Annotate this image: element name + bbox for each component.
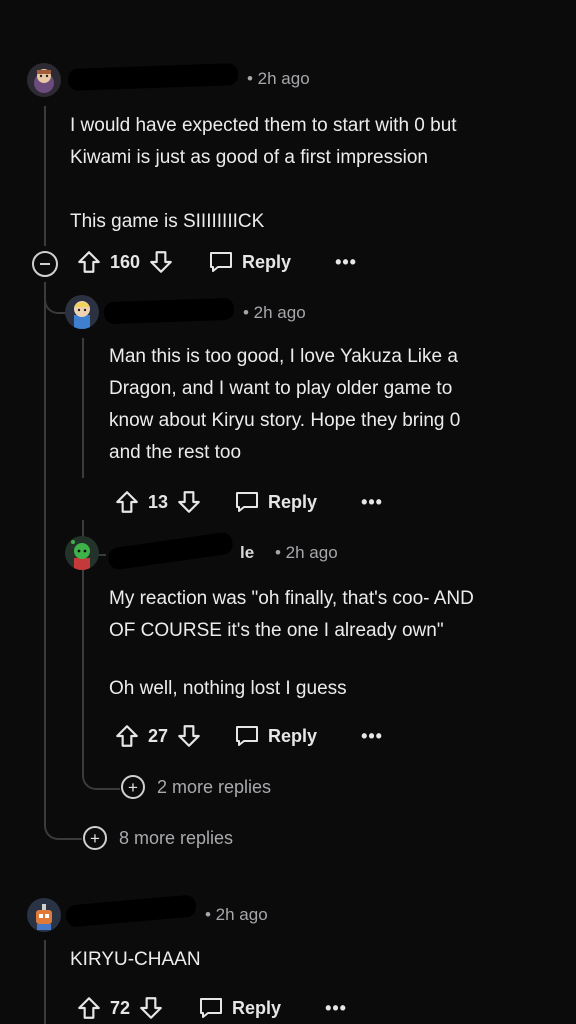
downvote-icon[interactable] [176,723,202,749]
comment-timestamp: • 2h ago [247,69,310,88]
comment-line: Dragon, and I want to play older game to [109,378,453,399]
comment-actions: 27 Reply ••• [114,721,383,751]
comment-line: Kiwami is just as good of a first impres… [70,147,428,168]
thread-line-reply-1 [82,338,84,478]
vote-count: 13 [148,491,169,512]
speech-bubble-icon [236,492,259,512]
more-replies-nested[interactable]: + 2 more replies [121,775,271,799]
comment-actions: 72 Reply ••• [76,993,347,1023]
comment-line [109,647,559,673]
comment-actions: 13 Reply ••• [114,487,383,517]
comment-line: This game is SIIIIIIIICK [70,211,265,232]
more-options-button[interactable]: ••• [361,726,383,747]
upvote-icon[interactable] [114,723,140,749]
reply-label: Reply [268,491,318,512]
comment-line: Man this is too good, I love Yakuza Like… [109,346,458,367]
vote-count: 27 [148,725,169,746]
more-replies-top[interactable]: + 8 more replies [83,826,233,850]
comment-line: and the rest too [109,442,242,463]
expand-plus-icon: + [83,826,107,850]
avatar[interactable] [65,295,99,329]
comment-actions: 160 Reply ••• [76,247,357,277]
redacted-username [107,531,234,571]
speech-bubble-icon [210,252,233,272]
comment-line: OF COURSE it's the one I already own" [109,620,444,641]
redacted-username [67,63,239,91]
thread-line-top [44,106,46,246]
downvote-icon[interactable] [148,249,174,275]
comment-line: KIRYU-CHAAN [70,949,201,970]
comment-timestamp: • 2h ago [205,905,268,924]
speech-bubble-icon [200,998,223,1018]
thread-line-reply-2 [82,580,84,720]
downvote-icon[interactable] [138,995,164,1021]
reply-label: Reply [268,725,318,746]
upvote-icon[interactable] [114,489,140,515]
collapse-icon[interactable] [32,251,58,277]
comment-body: KIRYU-CHAAN [70,944,550,976]
downvote-icon[interactable] [176,489,202,515]
comment-body: My reaction was "oh finally, that's coo-… [109,583,559,705]
vote-count: 72 [110,997,131,1018]
reply-button[interactable]: Reply [208,250,291,274]
avatar[interactable] [27,63,61,97]
comment-line [70,174,550,206]
upvote-icon[interactable] [76,995,102,1021]
more-options-button[interactable]: ••• [361,492,383,513]
username-fragment: le [240,543,255,562]
expand-plus-icon: + [121,775,145,799]
more-options-button[interactable]: ••• [335,252,357,273]
thread-branch-reply-1 [44,282,66,314]
comment-line: My reaction was "oh finally, that's coo-… [109,588,474,609]
redacted-username [65,894,197,928]
more-options-button[interactable]: ••• [325,998,347,1019]
reply-button[interactable]: Reply [198,996,281,1020]
comment-timestamp: • 2h ago [243,303,306,322]
comment-line: I would have expected them to start with… [70,115,457,136]
avatar[interactable] [27,898,61,932]
more-replies-label: 2 more replies [157,776,272,797]
comment-line: Oh well, nothing lost I guess [109,678,347,699]
upvote-icon[interactable] [76,249,102,275]
comment-line: know about Kiryu story. Hope they bring … [109,410,461,431]
reply-label: Reply [242,251,292,272]
comment-body: I would have expected them to start with… [70,110,550,238]
thread-line-bottom [44,940,46,1024]
redacted-username [103,297,235,325]
comment-body: Man this is too good, I love Yakuza Like… [109,341,559,469]
avatar[interactable] [65,536,99,570]
reply-button[interactable]: Reply [234,490,317,514]
speech-bubble-icon [236,726,259,746]
more-replies-label: 8 more replies [119,827,234,848]
vote-count: 160 [110,251,141,272]
comment-timestamp: • 2h ago [275,543,338,562]
reply-button[interactable]: Reply [234,724,317,748]
reply-label: Reply [232,997,282,1018]
